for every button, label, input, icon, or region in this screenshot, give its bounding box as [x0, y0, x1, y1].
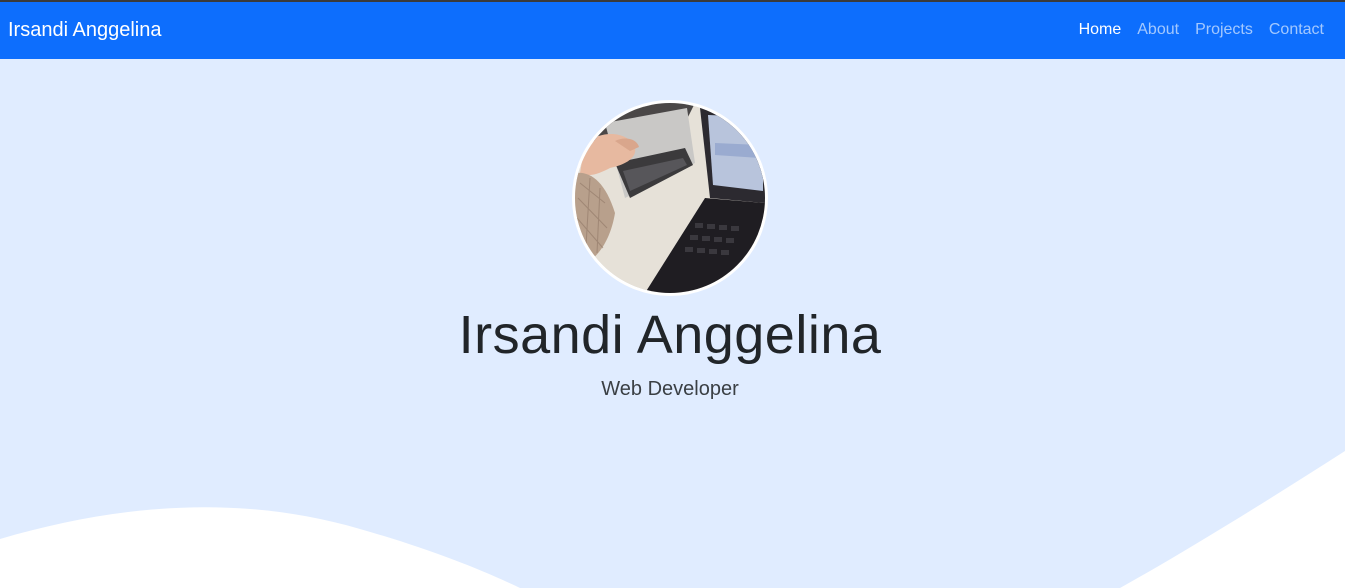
nav-links: Home About Projects Contact [1071, 21, 1332, 39]
nav-link-home[interactable]: Home [1071, 21, 1130, 39]
hero-wave-divider [0, 451, 1345, 588]
navbar-brand[interactable]: Irsandi Anggelina [8, 19, 161, 42]
navbar: Irsandi Anggelina Home About Projects Co… [0, 2, 1345, 59]
nav-link-about[interactable]: About [1129, 21, 1187, 39]
hero-section: Irsandi Anggelina Web Developer [0, 59, 1345, 588]
nav-link-projects[interactable]: Projects [1187, 21, 1261, 39]
nav-link-contact[interactable]: Contact [1261, 21, 1332, 39]
